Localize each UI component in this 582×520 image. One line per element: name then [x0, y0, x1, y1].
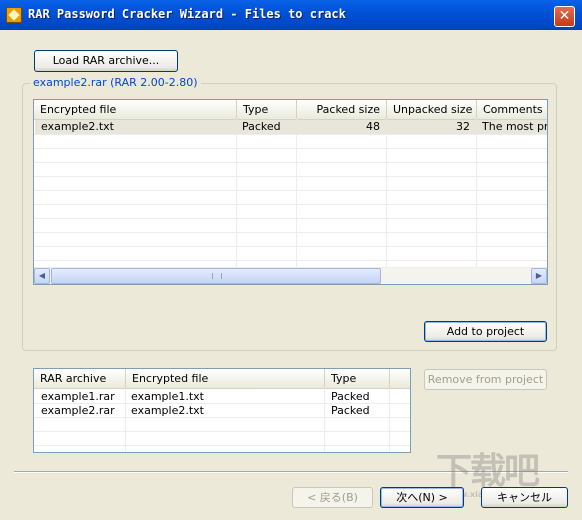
- grid-line: [34, 190, 547, 191]
- grid-line: [34, 232, 547, 233]
- cell-type: Packed: [331, 404, 370, 417]
- cell-type: Packed: [331, 390, 370, 403]
- arrow-right-icon: ▶: [535, 271, 543, 280]
- grid-line: [34, 134, 547, 135]
- column-header-encrypted-file[interactable]: Encrypted file: [126, 369, 325, 388]
- files-list-header: Encrypted file Type Packed size Unpacked…: [34, 100, 547, 120]
- grid-line: [34, 204, 547, 205]
- app-key-icon: [6, 7, 22, 23]
- column-header-unpacked-size[interactable]: Unpacked size: [387, 100, 477, 119]
- scrollbar-thumb[interactable]: [51, 268, 381, 284]
- grid-line: [34, 260, 547, 261]
- grid-line: [34, 162, 547, 163]
- scroll-left-button[interactable]: ◀: [34, 268, 50, 284]
- cell-type: Packed: [242, 120, 281, 133]
- column-header-type[interactable]: Type: [325, 369, 390, 388]
- close-icon: ✕: [558, 8, 571, 24]
- archive-group-label: example2.rar (RAR 2.00-2.80): [30, 76, 201, 89]
- window-title: RAR Password Cracker Wizard - Files to c…: [28, 7, 346, 21]
- column-header-type[interactable]: Type: [237, 100, 297, 119]
- add-to-project-button[interactable]: Add to project: [424, 321, 547, 342]
- cancel-button[interactable]: キャンセル: [481, 487, 568, 508]
- remove-from-project-button[interactable]: Remove from project: [424, 369, 547, 390]
- cell-file: example2.txt: [131, 404, 204, 417]
- grid-line: [324, 388, 325, 452]
- cell-unpacked-size: 32: [456, 120, 470, 133]
- wizard-window: RAR Password Cracker Wizard - Files to c…: [0, 0, 582, 520]
- load-rar-archive-button[interactable]: Load RAR archive...: [34, 50, 178, 72]
- cell-archive: example1.rar: [41, 390, 115, 403]
- grid-line: [389, 388, 390, 452]
- cell-file: example2.txt: [41, 120, 114, 133]
- grid-line: [125, 388, 126, 452]
- grid-line: [34, 246, 547, 247]
- column-header-rar-archive[interactable]: RAR archive: [34, 369, 126, 388]
- grip-icon: [212, 273, 222, 279]
- project-files-list[interactable]: RAR archive Encrypted file Type example1…: [33, 368, 411, 453]
- cell-packed-size: 48: [366, 120, 380, 133]
- grid-line: [34, 445, 410, 446]
- scroll-right-button[interactable]: ▶: [531, 268, 547, 284]
- column-header-comments[interactable]: Comments: [477, 100, 547, 119]
- back-button[interactable]: < 戻る(B): [292, 487, 373, 508]
- column-header-encrypted-file[interactable]: Encrypted file: [34, 100, 237, 119]
- arrow-left-icon: ◀: [38, 271, 46, 280]
- encrypted-files-list[interactable]: Encrypted file Type Packed size Unpacked…: [33, 99, 548, 285]
- close-button[interactable]: ✕: [554, 6, 575, 27]
- grid-line: [34, 176, 547, 177]
- cell-file: example1.txt: [131, 390, 204, 403]
- grid-line: [34, 148, 547, 149]
- horizontal-scrollbar[interactable]: ◀ ▶: [34, 267, 547, 284]
- column-header-packed-size[interactable]: Packed size: [297, 100, 387, 119]
- next-button[interactable]: 次へ(N) >: [380, 487, 464, 508]
- cell-archive: example2.rar: [41, 404, 115, 417]
- project-list-header: RAR archive Encrypted file Type: [34, 369, 410, 389]
- cell-comments: The most prefe: [482, 120, 547, 133]
- title-bar[interactable]: RAR Password Cracker Wizard - Files to c…: [0, 0, 582, 30]
- grid-line: [34, 218, 547, 219]
- grid-line: [34, 431, 410, 432]
